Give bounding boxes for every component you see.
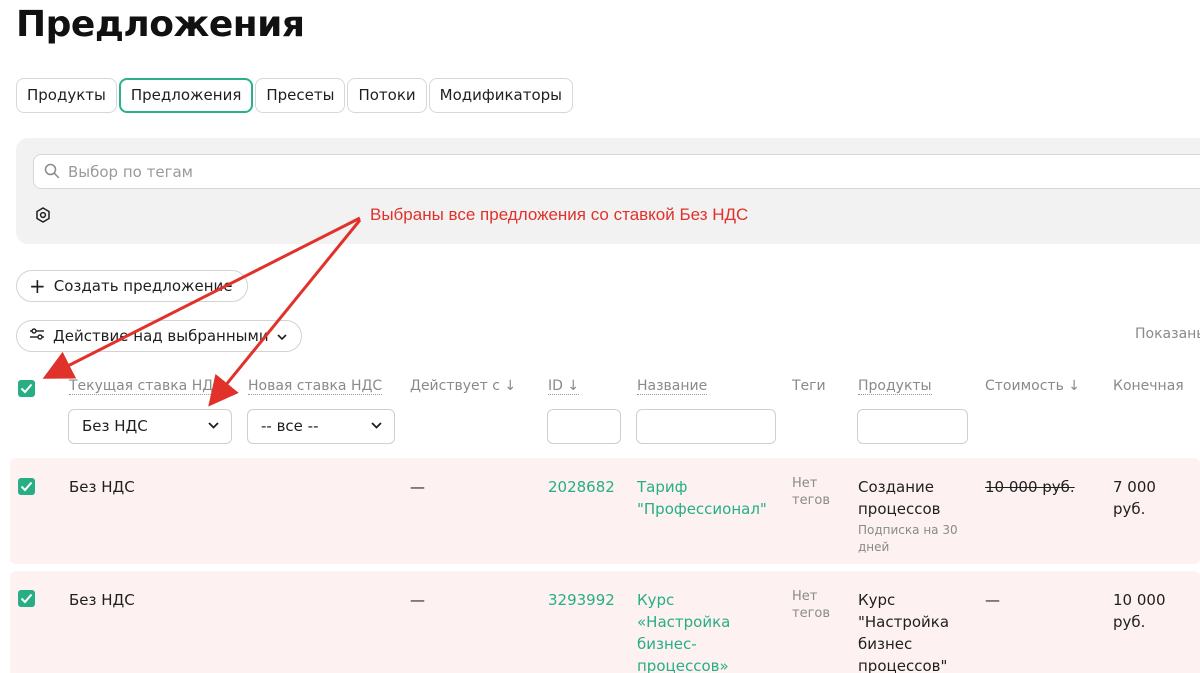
select-all-checkbox[interactable]	[18, 380, 35, 397]
row-final-price: 7 000 руб.	[1113, 478, 1156, 518]
row-id-link[interactable]: 3293992	[548, 589, 615, 611]
row-product: Создание процессов	[858, 478, 941, 518]
create-offer-button[interactable]: + Создать предложение	[16, 270, 248, 302]
shown-count-label: Показаны	[1135, 326, 1200, 342]
header-final: Конечная	[1113, 378, 1184, 394]
current-vat-select[interactable]: Без НДС	[68, 409, 232, 444]
row-id-link[interactable]: 2028682	[548, 476, 615, 498]
tab-products[interactable]: Продукты	[16, 78, 117, 113]
row-tags: Нет тегов	[792, 589, 831, 621]
header-current-vat[interactable]: Текущая ставка НДС	[69, 378, 223, 395]
tab-offers[interactable]: Предложения	[118, 78, 254, 113]
header-new-vat[interactable]: Новая ставка НДС	[248, 378, 383, 395]
name-filter-input[interactable]	[636, 409, 776, 444]
table-row	[10, 571, 1200, 673]
row-product-subtitle: Подписка на 30 дней	[858, 523, 958, 554]
row-current-vat: Без НДС	[69, 478, 135, 496]
table-row	[10, 458, 1200, 564]
row-checkbox[interactable]	[18, 478, 35, 495]
row-product: Курс "Настройка бизнес процессов"	[858, 591, 950, 673]
tags-search-input[interactable]	[68, 155, 1168, 188]
row-valid-from: —	[410, 591, 425, 609]
header-name[interactable]: Название	[637, 378, 708, 395]
header-cost[interactable]: Стоимость ↓	[985, 378, 1080, 394]
products-filter-input[interactable]	[857, 409, 968, 444]
id-filter-input[interactable]	[547, 409, 621, 444]
bulk-action-label: Действие над выбранными	[53, 327, 269, 345]
row-cost: —	[985, 591, 1000, 609]
chevron-down-icon	[208, 422, 219, 429]
tabs-bar: Продукты Предложения Пресеты Потоки Моди…	[16, 78, 573, 113]
header-valid-from[interactable]: Действует с ↓	[410, 378, 516, 394]
new-vat-select-value: -- все --	[261, 417, 319, 435]
row-current-vat: Без НДС	[69, 591, 135, 609]
bulk-action-button[interactable]: Действие над выбранными	[16, 320, 302, 352]
tab-streams[interactable]: Потоки	[347, 78, 427, 113]
plus-icon: +	[29, 274, 46, 298]
search-icon	[44, 163, 60, 183]
sliders-icon	[29, 321, 45, 351]
filter-panel	[16, 138, 1200, 244]
current-vat-select-value: Без НДС	[82, 417, 148, 435]
tab-modifiers[interactable]: Модификаторы	[428, 78, 573, 113]
header-products[interactable]: Продукты	[858, 378, 932, 395]
tab-presets[interactable]: Пресеты	[255, 78, 346, 113]
row-name-link[interactable]: Курс «Настройка бизнес-процессов»	[637, 589, 767, 673]
row-final-price: 10 000 руб.	[1113, 591, 1166, 631]
chevron-down-icon	[277, 321, 287, 351]
header-tags: Теги	[792, 378, 826, 394]
header-id[interactable]: ID ↓	[548, 378, 580, 395]
new-vat-select[interactable]: -- все --	[247, 409, 395, 444]
row-name-link[interactable]: Тариф "Профессионал"	[637, 476, 782, 520]
row-valid-from: —	[410, 478, 425, 496]
page-title: Предложения	[16, 4, 305, 45]
annotation-arrow-vat-filter	[208, 219, 362, 407]
settings-icon[interactable]	[35, 207, 51, 227]
row-checkbox[interactable]	[18, 590, 35, 607]
tags-search	[33, 154, 1200, 189]
create-offer-label: Создать предложение	[53, 277, 233, 295]
annotation-text: Выбраны все предложения со ставкой Без Н…	[370, 205, 749, 224]
row-tags: Нет тегов	[792, 476, 831, 508]
row-cost: 10 000 руб.	[985, 478, 1075, 496]
chevron-down-icon	[371, 422, 382, 429]
